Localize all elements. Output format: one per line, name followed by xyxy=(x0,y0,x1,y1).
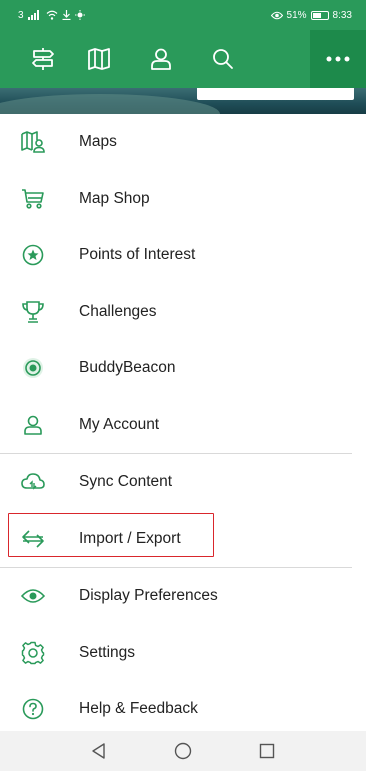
menu-item-maps[interactable]: Maps xyxy=(0,114,366,171)
search-icon xyxy=(213,49,233,69)
menu-item-label: Sync Content xyxy=(79,473,173,491)
routes-button[interactable] xyxy=(18,30,68,88)
gear-icon xyxy=(20,640,46,666)
menu-item-label: Settings xyxy=(79,643,136,661)
sun-icon xyxy=(74,10,85,20)
signal-icon xyxy=(27,10,39,20)
back-button[interactable] xyxy=(87,739,111,763)
download-icon xyxy=(62,10,71,20)
person-icon xyxy=(151,48,171,70)
signpost-icon xyxy=(32,48,54,70)
back-triangle-icon xyxy=(92,743,105,759)
menu-item-label: Display Preferences xyxy=(79,587,218,605)
map-book-icon xyxy=(88,48,110,70)
more-menu-button[interactable] xyxy=(310,30,366,88)
account-icon xyxy=(20,412,46,438)
status-right: 51% 8:33 xyxy=(270,9,352,21)
menu-item-label: Points of Interest xyxy=(79,246,196,264)
menu-item-settings[interactable]: Settings xyxy=(0,625,366,682)
menu-item-sync-content[interactable]: Sync Content xyxy=(0,454,366,511)
menu-item-label: Maps xyxy=(79,133,117,151)
top-toolbar xyxy=(0,30,366,88)
recents-square-icon xyxy=(259,743,275,759)
menu-item-points-of-interest[interactable]: Points of Interest xyxy=(0,227,366,284)
signal-text: 3 xyxy=(18,9,24,21)
menu-item-help-feedback[interactable]: Help & Feedback xyxy=(0,681,366,738)
home-circle-icon xyxy=(174,742,192,760)
menu-item-my-account[interactable]: My Account xyxy=(0,397,366,454)
menu-item-buddybeacon[interactable]: BuddyBeacon xyxy=(0,340,366,397)
map-background xyxy=(0,88,366,114)
menu-item-label: Import / Export xyxy=(79,529,181,547)
more-dots-icon xyxy=(326,56,350,62)
menu-item-challenges[interactable]: Challenges xyxy=(0,284,366,341)
battery-icon xyxy=(310,10,329,20)
menu-item-label: Map Shop xyxy=(79,189,150,207)
menu-item-label: Help & Feedback xyxy=(79,700,198,718)
recents-button[interactable] xyxy=(255,739,279,763)
menu-item-display-preferences[interactable]: Display Preferences xyxy=(0,568,366,625)
menu-item-import-export[interactable]: Import / Export xyxy=(0,511,366,568)
account-toolbar-button[interactable] xyxy=(130,30,192,88)
home-button[interactable] xyxy=(171,739,195,763)
maps-icon xyxy=(20,129,46,155)
trophy-icon xyxy=(20,299,46,325)
status-left: 3 xyxy=(18,10,85,21)
menu-item-label: BuddyBeacon xyxy=(79,359,176,377)
clock: 8:33 xyxy=(332,9,352,21)
maps-toolbar-button[interactable] xyxy=(68,30,130,88)
menu-item-label: Challenges xyxy=(79,302,157,320)
battery-percent: 51% xyxy=(286,9,307,21)
help-icon xyxy=(20,696,46,722)
map-hill xyxy=(0,94,220,114)
star-pin-icon xyxy=(20,242,46,268)
wifi-icon xyxy=(46,10,57,20)
cart-icon xyxy=(20,186,46,212)
map-overlay-card[interactable] xyxy=(197,88,354,100)
eye-status-icon xyxy=(270,11,283,19)
search-toolbar-button[interactable] xyxy=(192,30,254,88)
cloud-sync-icon xyxy=(20,469,46,495)
menu-item-map-shop[interactable]: Map Shop xyxy=(0,171,366,228)
system-nav-bar xyxy=(0,731,366,771)
eye-icon xyxy=(20,583,46,609)
beacon-icon xyxy=(20,355,46,381)
menu-item-label: My Account xyxy=(79,415,160,433)
import-export-icon xyxy=(20,526,46,552)
more-menu: Maps Map Shop Points of Interest Challen… xyxy=(0,114,366,738)
status-bar: 3 51% 8:33 xyxy=(0,0,366,30)
